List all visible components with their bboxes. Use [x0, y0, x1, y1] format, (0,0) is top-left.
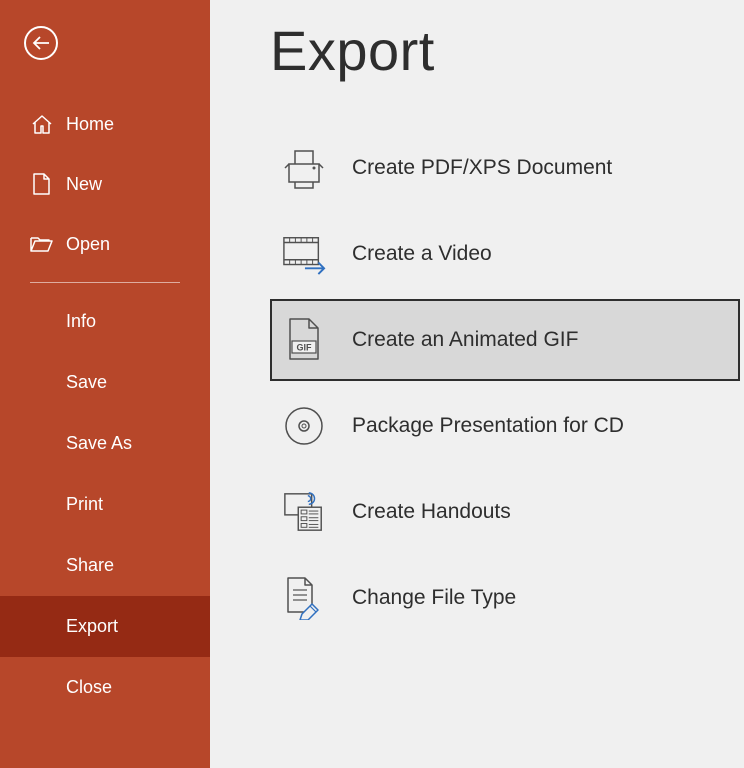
cd-disc-icon: [282, 404, 326, 448]
page-title: Export: [270, 18, 744, 83]
sidebar-item-label: Save: [66, 372, 107, 393]
main-content: Export Create PDF/XPS Document: [210, 0, 744, 768]
export-option-video[interactable]: Create a Video: [270, 213, 740, 295]
export-option-label: Create a Video: [352, 242, 492, 266]
sidebar-item-save[interactable]: Save: [0, 352, 210, 413]
home-icon: [30, 112, 54, 136]
sidebar-item-open[interactable]: Open: [30, 214, 210, 274]
change-filetype-icon: [282, 576, 326, 620]
folder-open-icon: [30, 232, 54, 256]
sidebar-item-info[interactable]: Info: [0, 291, 210, 352]
sidebar-item-label: Open: [66, 234, 110, 255]
sidebar-item-share[interactable]: Share: [0, 535, 210, 596]
pdf-document-icon: [282, 146, 326, 190]
export-option-pdf[interactable]: Create PDF/XPS Document: [270, 127, 740, 209]
sidebar-item-label: Share: [66, 555, 114, 576]
sidebar-item-print[interactable]: Print: [0, 474, 210, 535]
sidebar-item-label: Info: [66, 311, 96, 332]
export-option-label: Create an Animated GIF: [352, 328, 578, 352]
sidebar-divider: [30, 282, 180, 283]
export-option-label: Create Handouts: [352, 500, 511, 524]
export-option-cd[interactable]: Package Presentation for CD: [270, 385, 740, 467]
sidebar-item-label: Print: [66, 494, 103, 515]
sidebar: Home New Open Info Save: [0, 0, 210, 768]
sidebar-item-close[interactable]: Close: [0, 657, 210, 718]
export-option-handouts[interactable]: Create Handouts: [270, 471, 740, 553]
svg-text:GIF: GIF: [297, 343, 313, 353]
sidebar-item-label: Home: [66, 114, 114, 135]
sidebar-item-label: Save As: [66, 433, 132, 454]
export-option-label: Package Presentation for CD: [352, 414, 624, 438]
sidebar-item-label: New: [66, 174, 102, 195]
back-arrow-icon: [32, 35, 50, 51]
sidebar-item-label: Export: [66, 616, 118, 637]
sidebar-item-export[interactable]: Export: [0, 596, 210, 657]
sidebar-item-save-as[interactable]: Save As: [0, 413, 210, 474]
handouts-icon: [282, 490, 326, 534]
export-option-gif[interactable]: GIF Create an Animated GIF: [270, 299, 740, 381]
export-option-filetype[interactable]: Change File Type: [270, 557, 740, 639]
sidebar-item-home[interactable]: Home: [30, 94, 210, 154]
sidebar-item-new[interactable]: New: [30, 154, 210, 214]
new-document-icon: [30, 172, 54, 196]
sidebar-item-label: Close: [66, 677, 112, 698]
video-icon: [282, 232, 326, 276]
export-option-label: Create PDF/XPS Document: [352, 156, 612, 180]
export-option-label: Change File Type: [352, 586, 516, 610]
gif-file-icon: GIF: [282, 318, 326, 362]
back-button[interactable]: [24, 26, 58, 60]
